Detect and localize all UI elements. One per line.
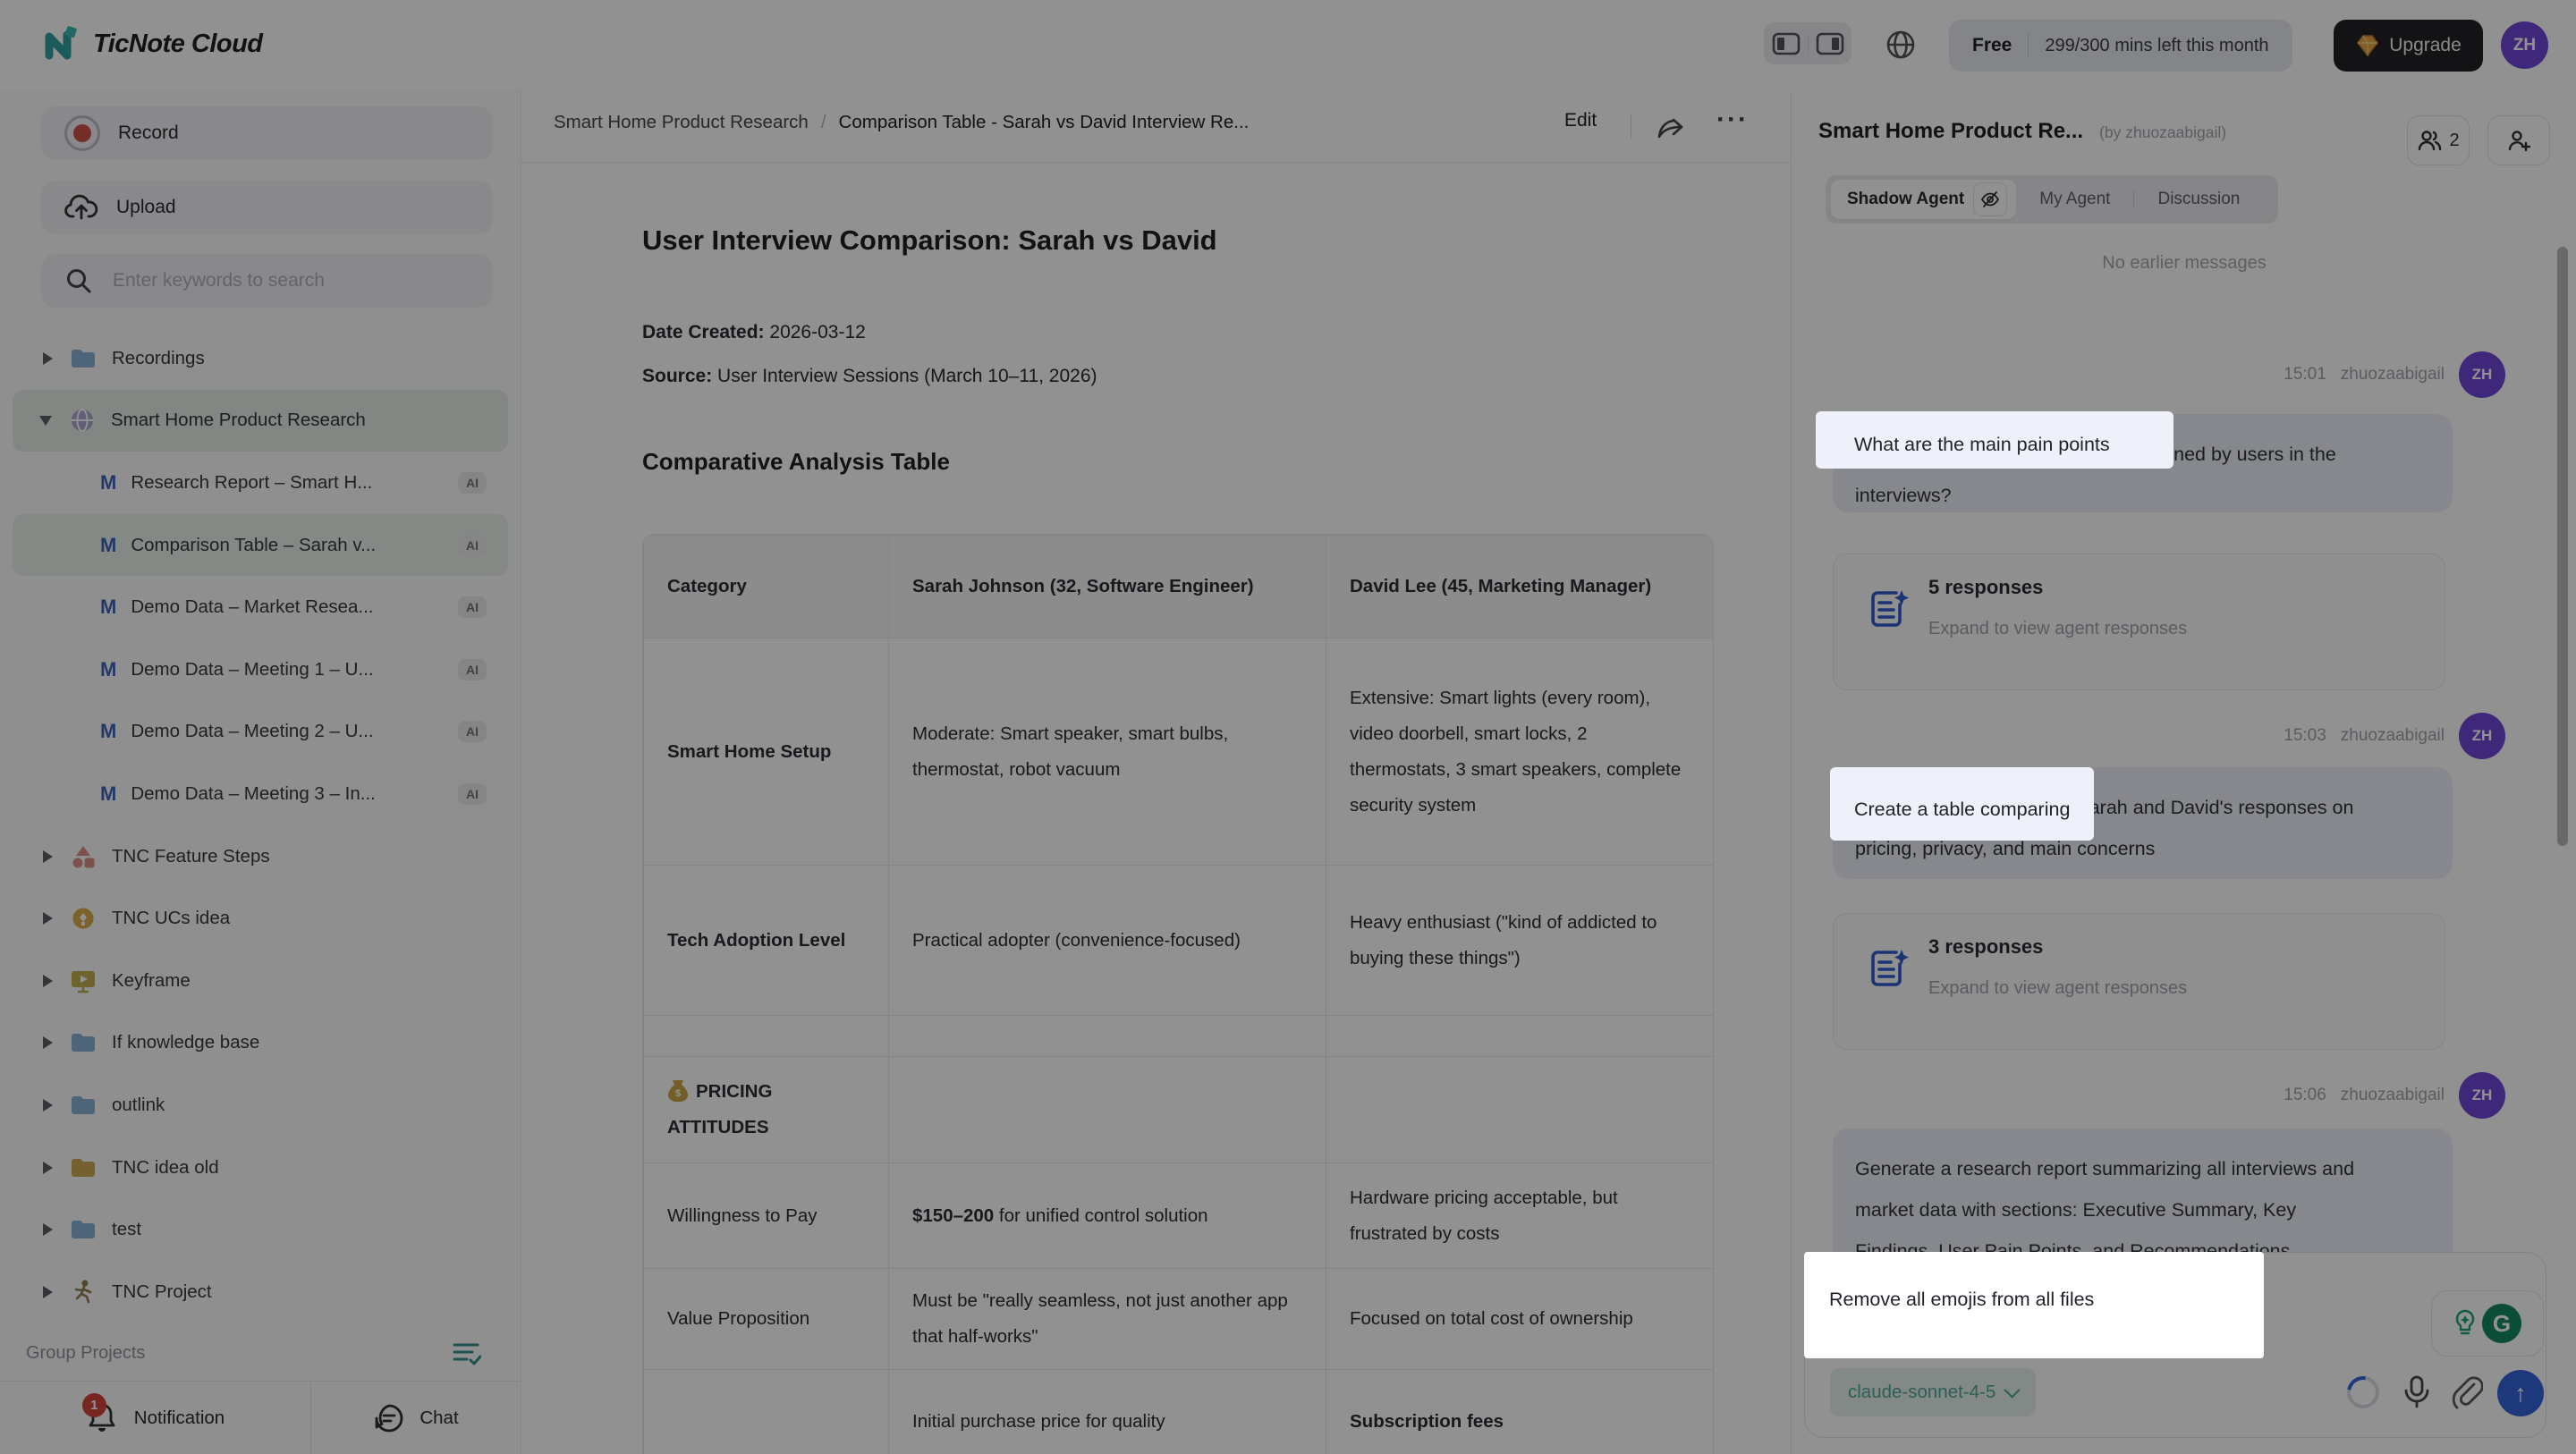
app-window: TicNote Cloud Free 299/300 mins left thi… <box>0 0 2576 1454</box>
highlight-box-pain-points: What are the main pain points <box>1816 411 2174 469</box>
dim-overlay <box>0 0 2576 1454</box>
highlight-box-create-table: Create a table comparing <box>1830 767 2094 841</box>
highlight-box-input-text: Remove all emojis from all files <box>1804 1252 2264 1358</box>
